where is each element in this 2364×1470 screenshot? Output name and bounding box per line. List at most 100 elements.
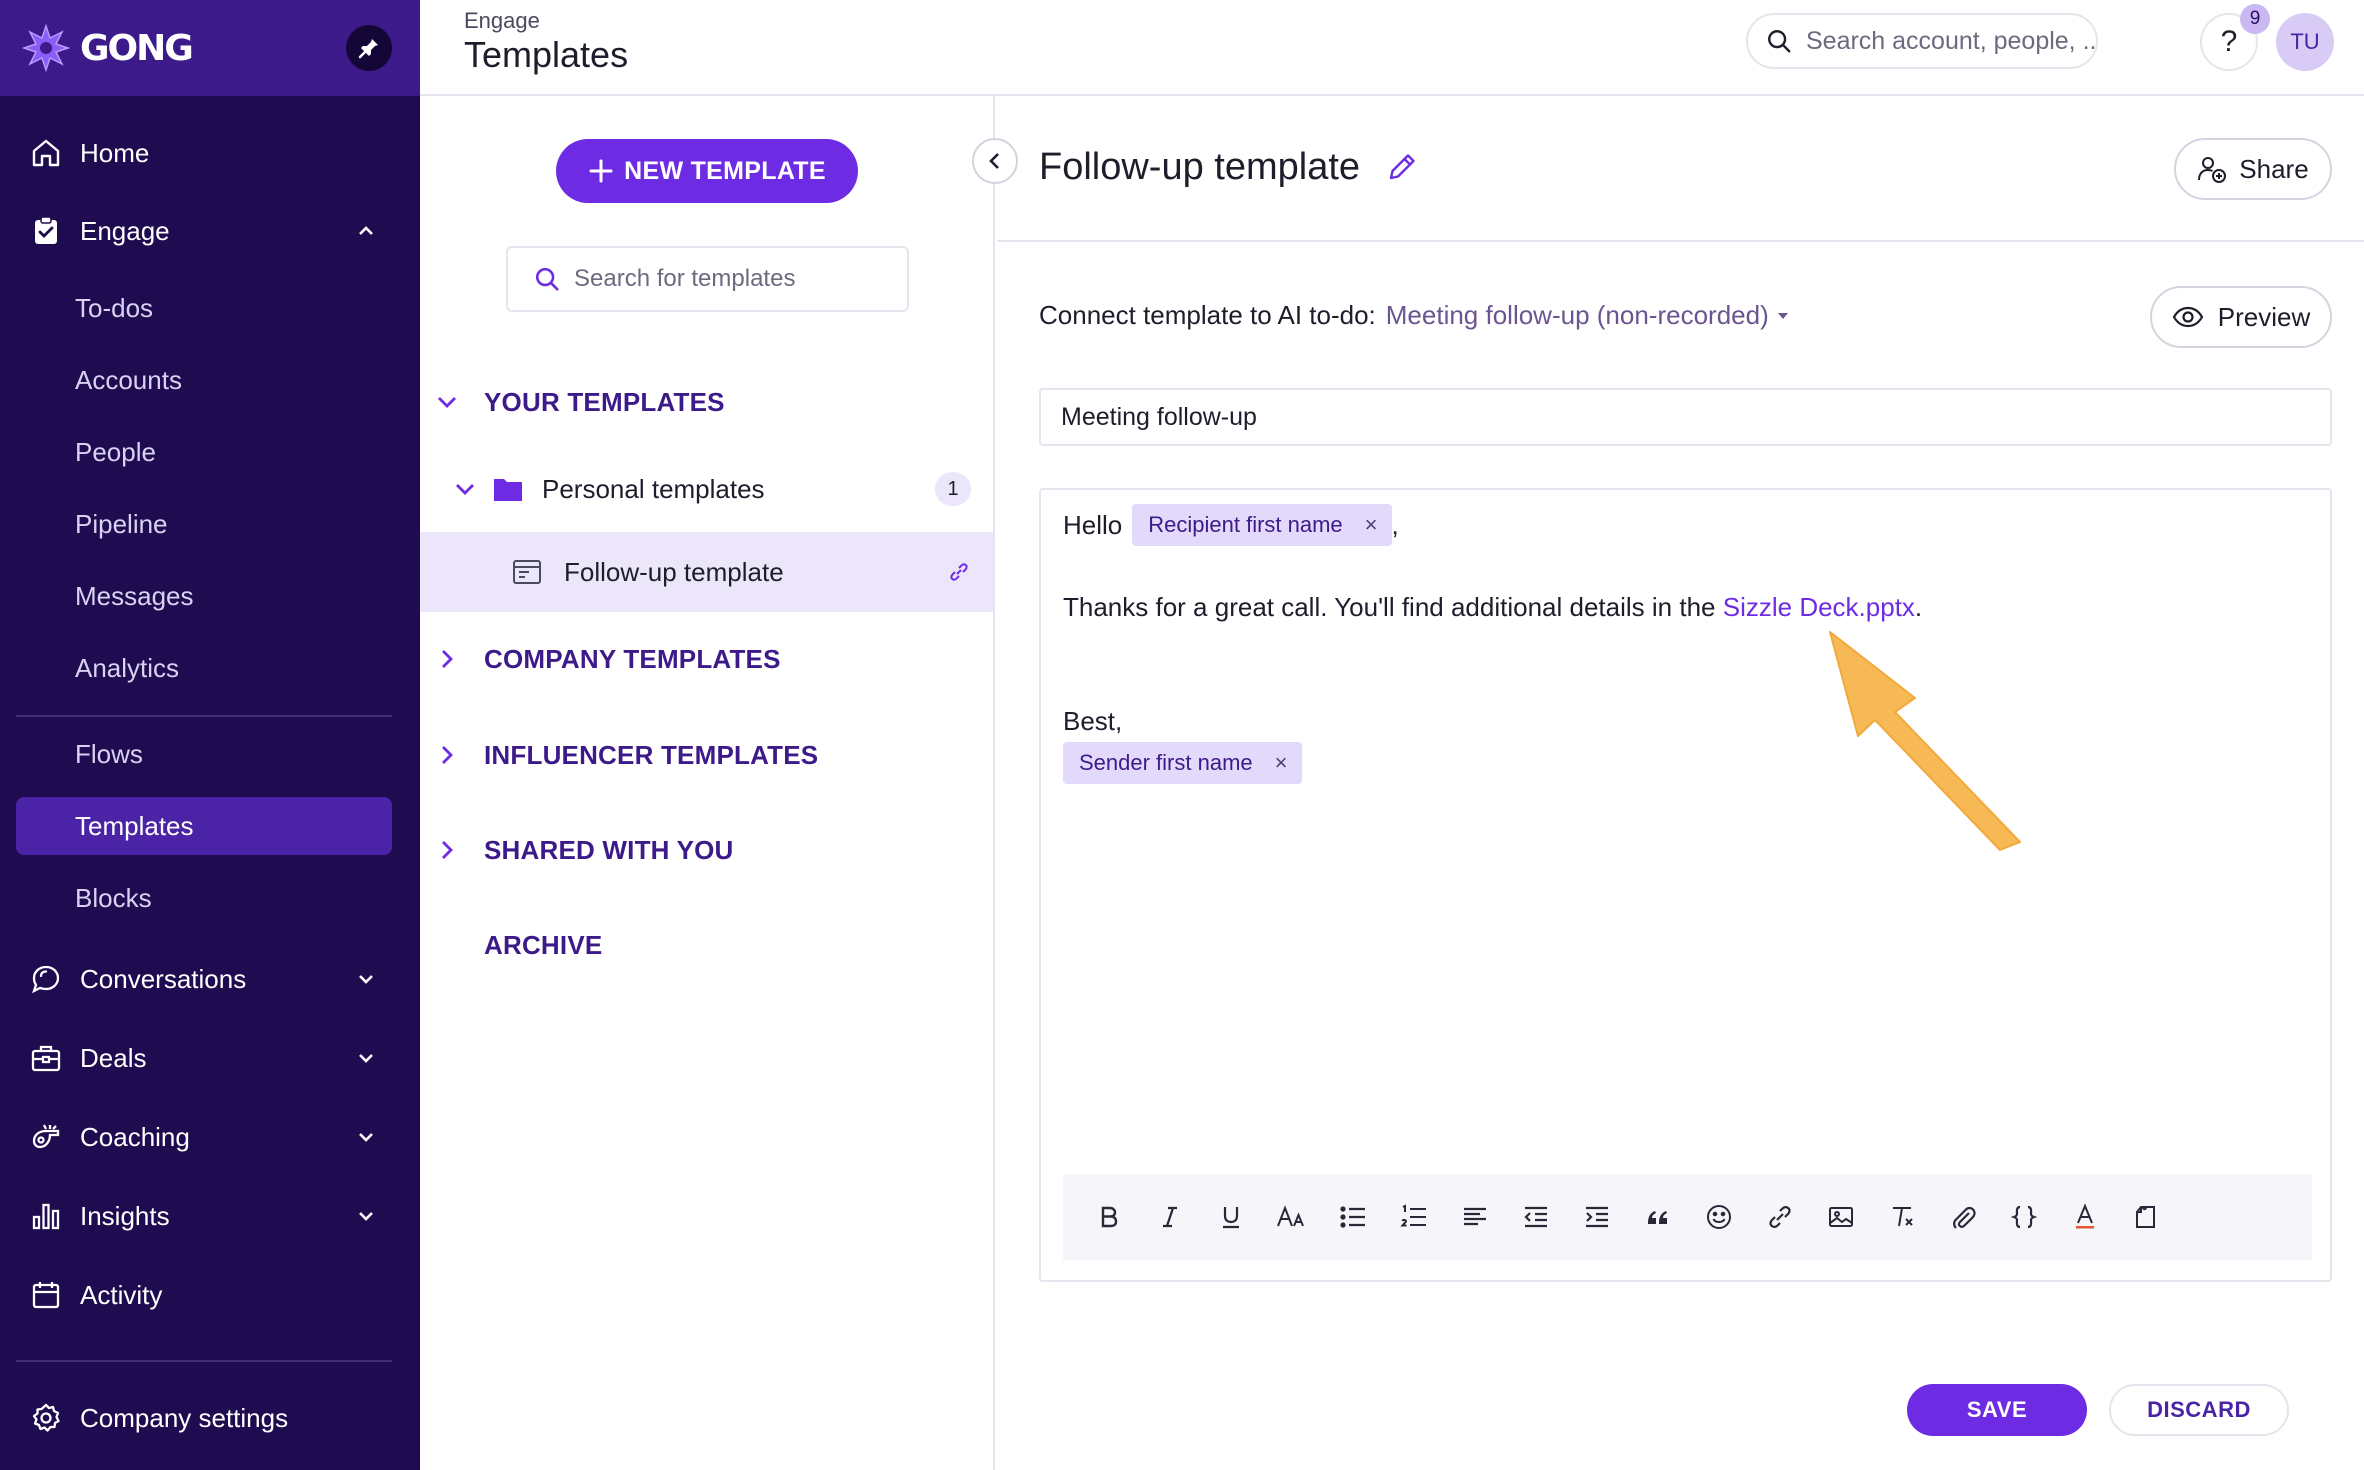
- signoff-line: Best,: [1063, 706, 1123, 736]
- chip-remove-icon[interactable]: ×: [1275, 750, 1288, 776]
- sidebar-item-company-settings[interactable]: Company settings: [16, 1389, 392, 1447]
- folder-count-badge: 1: [935, 472, 971, 506]
- new-template-button[interactable]: NEW TEMPLATE: [556, 139, 858, 203]
- numbered-list-icon[interactable]: [1394, 1197, 1434, 1237]
- logo-text: GONG: [80, 27, 194, 69]
- sidebar-item-label: Insights: [80, 1200, 170, 1231]
- sidebar-item-blocks[interactable]: Blocks: [16, 869, 392, 927]
- link-icon[interactable]: [947, 560, 971, 584]
- chevron-right-icon: [442, 746, 453, 764]
- template-editor: Follow-up template Share Connect templat…: [997, 96, 2364, 1470]
- bullet-list-icon[interactable]: [1333, 1197, 1373, 1237]
- recipient-first-name-chip[interactable]: Recipient first name ×: [1132, 504, 1392, 546]
- sidebar-item-label: Accounts: [75, 364, 182, 395]
- folder-personal-templates[interactable]: Personal templates 1: [420, 461, 993, 517]
- emoji-icon[interactable]: [1699, 1197, 1739, 1237]
- gong-logo[interactable]: GONG: [22, 24, 194, 72]
- avatar[interactable]: TU: [2276, 13, 2334, 71]
- save-button[interactable]: SAVE: [1907, 1384, 2087, 1436]
- preview-button[interactable]: Preview: [2150, 286, 2332, 348]
- font-size-icon[interactable]: [1272, 1197, 1312, 1237]
- sender-first-name-chip[interactable]: Sender first name ×: [1063, 742, 1302, 784]
- top-header: Engage Templates ? 9 TU: [420, 0, 2364, 96]
- insert-link-icon[interactable]: [1760, 1197, 1800, 1237]
- engage-icon: [28, 213, 64, 249]
- outdent-icon[interactable]: [1516, 1197, 1556, 1237]
- section-your-templates[interactable]: YOUR TEMPLATES: [420, 377, 993, 427]
- sidebar-item-coaching[interactable]: Coaching: [16, 1108, 392, 1166]
- caret-down-icon[interactable]: [1775, 308, 1791, 324]
- ai-todo-select[interactable]: Meeting follow-up (non-recorded): [1386, 300, 1769, 331]
- section-influencer-templates[interactable]: INFLUENCER TEMPLATES: [420, 730, 993, 780]
- folder-label: Personal templates: [542, 473, 765, 504]
- section-label: ARCHIVE: [484, 929, 603, 960]
- template-item-follow-up[interactable]: Follow-up template: [420, 532, 993, 612]
- share-button[interactable]: Share: [2174, 138, 2332, 200]
- global-search-input[interactable]: [1806, 26, 2096, 56]
- sidebar-item-activity[interactable]: Activity: [16, 1266, 392, 1324]
- sidebar-item-deals[interactable]: Deals: [16, 1029, 392, 1087]
- sender-line: Sender first name ×: [1063, 742, 1302, 784]
- underline-icon[interactable]: [1211, 1197, 1251, 1237]
- discard-button[interactable]: DISCARD: [2109, 1384, 2289, 1436]
- italic-icon[interactable]: [1150, 1197, 1190, 1237]
- section-company-templates[interactable]: COMPANY TEMPLATES: [420, 634, 993, 684]
- sidebar-item-home[interactable]: Home: [16, 124, 392, 182]
- sidebar-item-conversations[interactable]: Conversations: [16, 950, 392, 1008]
- image-icon[interactable]: [1821, 1197, 1861, 1237]
- chevron-down-icon: [359, 1133, 373, 1142]
- text-color-icon[interactable]: [2065, 1197, 2105, 1237]
- sidebar-item-label: Home: [80, 137, 150, 168]
- section-shared-with-you[interactable]: SHARED WITH YOU: [420, 825, 993, 875]
- template-title: Follow-up template: [1039, 146, 1361, 188]
- breadcrumb[interactable]: Engage: [464, 8, 540, 34]
- sidebar-item-templates[interactable]: Templates: [16, 797, 392, 855]
- subject-input[interactable]: [1039, 388, 2332, 446]
- sidebar-item-label: Company settings: [80, 1402, 289, 1433]
- sidebar-item-flows[interactable]: Flows: [16, 725, 392, 783]
- blockquote-icon[interactable]: [1638, 1197, 1678, 1237]
- chip-label: Recipient first name: [1148, 512, 1343, 537]
- sidebar-item-label: Activity: [80, 1279, 163, 1310]
- align-left-icon[interactable]: [1455, 1197, 1495, 1237]
- chevron-down-icon: [438, 397, 456, 408]
- folder-icon: [494, 479, 522, 501]
- connect-label: Connect template to AI to-do:: [1039, 300, 1376, 330]
- share-label: Share: [2239, 153, 2309, 184]
- coaching-icon: [28, 1119, 64, 1155]
- section-archive[interactable]: ARCHIVE: [420, 920, 993, 970]
- plus-icon: [589, 159, 613, 183]
- sidebar-item-insights[interactable]: Insights: [16, 1187, 392, 1245]
- pencil-icon[interactable]: [1385, 150, 1419, 184]
- attachment-link[interactable]: Sizzle Deck.pptx: [1723, 592, 1915, 623]
- sidebar-item-messages[interactable]: Messages: [16, 567, 392, 625]
- bold-icon[interactable]: [1089, 1197, 1129, 1237]
- sidebar-item-engage[interactable]: Engage: [16, 202, 392, 260]
- collapse-panel-button[interactable]: [972, 138, 1018, 184]
- template-search[interactable]: [506, 246, 909, 312]
- email-body-editor[interactable]: Hello Recipient first name × , Thanks fo…: [1039, 488, 2332, 1282]
- sidebar-item-people[interactable]: People: [16, 423, 392, 481]
- sidebar-item-todos[interactable]: To-dos: [16, 279, 392, 337]
- sidebar-item-accounts[interactable]: Accounts: [16, 351, 392, 409]
- conversations-icon: [28, 961, 64, 997]
- sidebar-item-pipeline[interactable]: Pipeline: [16, 495, 392, 553]
- sidebar-item-label: Deals: [80, 1042, 147, 1073]
- chip-remove-icon[interactable]: ×: [1365, 512, 1378, 538]
- sidebar-item-label: Coaching: [80, 1121, 190, 1152]
- pin-sidebar-button[interactable]: [346, 25, 392, 71]
- sidebar-item-label: Pipeline: [75, 508, 168, 539]
- sidebar-item-analytics[interactable]: Analytics: [16, 639, 392, 697]
- bar-chart-icon: [28, 1198, 64, 1234]
- snippet-icon[interactable]: [2126, 1197, 2166, 1237]
- clear-format-icon[interactable]: [1882, 1197, 1922, 1237]
- indent-icon[interactable]: [1577, 1197, 1617, 1237]
- attachment-icon[interactable]: [1943, 1197, 1983, 1237]
- code-braces-icon[interactable]: [2004, 1197, 2044, 1237]
- greeting-comma: ,: [1391, 509, 1399, 540]
- template-search-input[interactable]: [574, 265, 894, 293]
- global-search[interactable]: [1746, 13, 2098, 69]
- chevron-left-icon: [989, 153, 999, 169]
- sidebar-item-label: Templates: [75, 810, 194, 841]
- body-period: .: [1914, 592, 1923, 622]
